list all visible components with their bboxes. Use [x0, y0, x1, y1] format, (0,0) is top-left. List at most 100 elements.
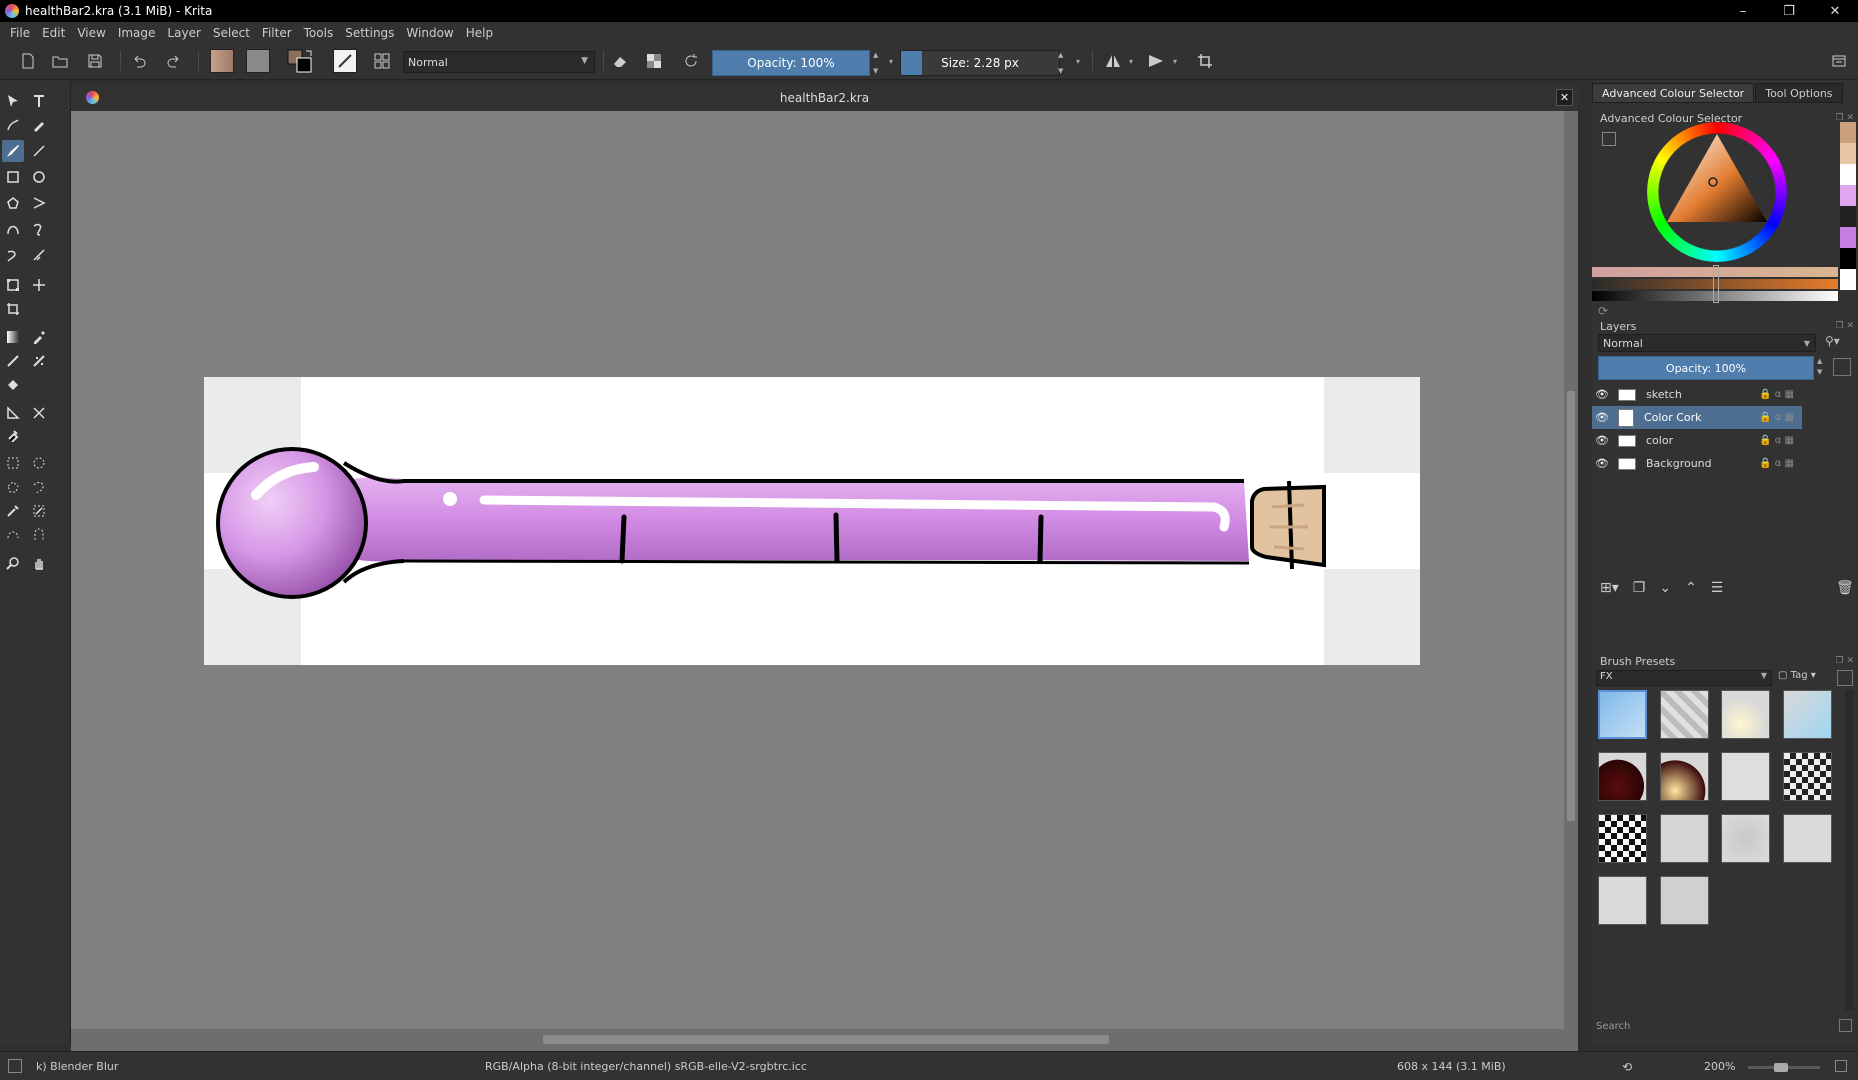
bezier-curve-icon[interactable] — [2, 218, 24, 240]
open-folder-icon[interactable] — [48, 49, 72, 73]
edit-shapes-icon[interactable] — [2, 114, 24, 136]
menu-file[interactable]: File — [4, 26, 36, 40]
dynamic-brush-icon[interactable] — [2, 244, 24, 266]
freehand-select-icon[interactable] — [28, 476, 50, 498]
move-tool-icon[interactable] — [28, 274, 50, 296]
brush-preset-12[interactable] — [1783, 814, 1832, 863]
opacity-slider[interactable]: Opacity: 100% — [712, 50, 870, 76]
docker-menu-icon[interactable] — [1827, 49, 1851, 73]
assistant-tool-icon[interactable] — [2, 402, 24, 424]
freehand-brush-icon[interactable] — [2, 140, 24, 162]
delete-layer-icon[interactable]: 🗑 — [1836, 580, 1854, 596]
wrap-around-icon[interactable] — [1193, 49, 1217, 73]
similar-select-icon[interactable] — [28, 500, 50, 522]
menu-window[interactable]: Window — [400, 26, 459, 40]
tag-button[interactable]: ▢ Tag ▾ — [1778, 670, 1816, 681]
fullscreen-toggle-icon[interactable] — [1835, 1060, 1847, 1072]
horizontal-scroll-thumb[interactable] — [543, 1035, 1109, 1044]
opacity-spin-icon[interactable]: ▲ ▼ — [873, 51, 883, 75]
magnetic-select-icon[interactable] — [28, 524, 50, 546]
preset-tag-select[interactable]: FX ▼ — [1596, 670, 1772, 686]
visibility-eye-icon[interactable]: 👁 — [1592, 411, 1612, 424]
brush-preset-10[interactable] — [1660, 814, 1709, 863]
brush-preset-3[interactable] — [1721, 690, 1770, 739]
measure-tool-icon[interactable] — [28, 402, 50, 424]
tab-tool-options[interactable]: Tool Options — [1755, 83, 1843, 103]
crop-tool-icon[interactable] — [2, 298, 24, 320]
zoom-slider[interactable] — [1748, 1063, 1820, 1072]
colorize-mask-icon[interactable] — [2, 350, 24, 372]
gradient-swatch[interactable] — [209, 49, 235, 73]
layer-row-sketch[interactable]: 👁 sketch 🔒 α ▦ — [1592, 383, 1802, 406]
horizontal-scrollbar[interactable] — [71, 1029, 1578, 1051]
presets-float-icon[interactable]: ❐ ✕ — [1836, 656, 1854, 666]
menu-tools[interactable]: Tools — [298, 26, 340, 40]
save-search-icon[interactable] — [1839, 1019, 1852, 1032]
mirror-vertical-icon[interactable] — [1143, 49, 1169, 73]
menu-layer[interactable]: Layer — [161, 26, 206, 40]
redo-icon[interactable] — [162, 49, 186, 73]
zoom-tool-icon[interactable] — [2, 552, 24, 574]
polyline-tool-icon[interactable] — [28, 192, 50, 214]
contiguous-select-icon[interactable] — [2, 500, 24, 522]
size-slider[interactable]: Size: 2.28 px — [900, 50, 1060, 76]
brush-preset-icon[interactable] — [332, 49, 358, 73]
visibility-eye-icon[interactable]: 👁 — [1592, 388, 1612, 401]
fill-tool-icon[interactable] — [2, 374, 24, 396]
ellipse-select-icon[interactable] — [28, 452, 50, 474]
eraser-icon[interactable] — [609, 49, 631, 73]
smart-patch-icon[interactable] — [28, 350, 50, 372]
mirror-h-menu-icon[interactable]: ▾ — [1126, 49, 1136, 73]
preset-search-input[interactable]: Search — [1594, 1016, 1834, 1036]
transform-tool-icon[interactable] — [2, 274, 24, 296]
fg-bg-color-icon[interactable] — [285, 49, 315, 73]
visibility-eye-icon[interactable]: 👁 — [1592, 434, 1612, 447]
refresh-icon[interactable]: ⟳ — [1598, 304, 1608, 318]
layer-flags[interactable]: 🔒 α ▦ — [1759, 435, 1794, 446]
menu-image[interactable]: Image — [112, 26, 162, 40]
layer-row-background[interactable]: 👁 Background 🔒 α ▦ — [1592, 452, 1802, 475]
menu-help[interactable]: Help — [460, 26, 499, 40]
document-title[interactable]: healthBar2.kra — [71, 91, 1578, 105]
pan-tool-icon[interactable] — [28, 552, 50, 574]
maximize-button[interactable]: ❐ — [1766, 0, 1812, 22]
layer-row-color-cork[interactable]: 👁 Color Cork 🔒 α ▦ — [1592, 406, 1802, 429]
new-document-icon[interactable] — [16, 49, 40, 73]
move-layer-up-icon[interactable]: ⌃ — [1685, 580, 1697, 596]
mirror-horizontal-icon[interactable] — [1100, 49, 1126, 73]
polygon-tool-icon[interactable] — [2, 192, 24, 214]
bezier-select-icon[interactable] — [2, 524, 24, 546]
selector-settings-icon[interactable] — [1602, 132, 1616, 146]
pattern-swatch[interactable] — [245, 49, 271, 73]
select-shapes-icon[interactable] — [2, 90, 24, 112]
brush-preset-2[interactable] — [1660, 690, 1709, 739]
text-tool-icon[interactable] — [28, 90, 50, 112]
presets-scrollbar[interactable] — [1845, 690, 1854, 1010]
ellipse-tool-icon[interactable] — [28, 166, 50, 188]
layer-opacity-spin-icon[interactable]: ▲ ▼ — [1817, 356, 1822, 378]
brush-preset-6[interactable] — [1660, 752, 1709, 801]
zoom-level[interactable]: 200% — [1704, 1060, 1735, 1073]
rectangle-tool-icon[interactable] — [2, 166, 24, 188]
size-spin-icon[interactable]: ▲ ▼ — [1058, 51, 1068, 75]
rect-select-icon[interactable] — [2, 452, 24, 474]
workspace-grid-icon[interactable] — [370, 49, 394, 73]
layer-row-color[interactable]: 👁 color 🔒 α ▦ — [1592, 429, 1802, 452]
canvas[interactable] — [71, 111, 1578, 1029]
menu-view[interactable]: View — [71, 26, 111, 40]
visibility-eye-icon[interactable]: 👁 — [1592, 457, 1612, 470]
brush-preset-7[interactable] — [1721, 752, 1770, 801]
reload-preset-icon[interactable] — [680, 49, 702, 73]
menu-settings[interactable]: Settings — [339, 26, 400, 40]
undo-icon[interactable] — [127, 49, 151, 73]
layer-properties-list-icon[interactable]: ☰ — [1711, 580, 1724, 596]
freehand-path-icon[interactable] — [28, 218, 50, 240]
brush-preset-14[interactable] — [1660, 876, 1709, 925]
brush-preset-8[interactable] — [1783, 752, 1832, 801]
color-picker-icon[interactable] — [28, 326, 50, 348]
multibrush-icon[interactable] — [28, 244, 50, 266]
layer-flags[interactable]: 🔒 α ▦ — [1759, 458, 1794, 469]
brush-preset-4[interactable] — [1783, 690, 1832, 739]
menu-select[interactable]: Select — [207, 26, 256, 40]
reference-images-icon[interactable] — [2, 424, 24, 446]
